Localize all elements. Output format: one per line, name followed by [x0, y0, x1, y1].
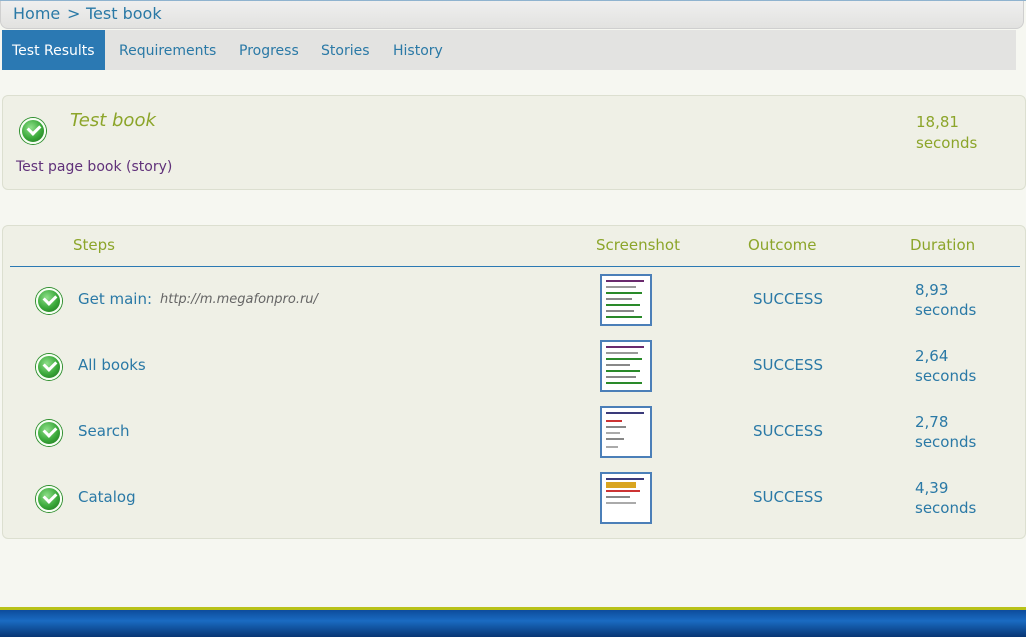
step-label: Get main: [78, 290, 153, 308]
breadcrumb-current: Test book [86, 4, 162, 23]
step-duration-unit: seconds [915, 367, 977, 385]
outcome-status: SUCCESS [753, 422, 823, 440]
outcome-status: SUCCESS [753, 488, 823, 506]
test-summary-panel: Test book Test page book (story) 18,81 s… [2, 95, 1026, 190]
success-check-icon [20, 118, 46, 144]
tab-stories[interactable]: Stories [321, 30, 370, 70]
total-duration-unit: seconds [916, 134, 978, 152]
header-duration: Duration [910, 236, 976, 254]
step-label: All books [78, 356, 146, 374]
total-duration-value: 18,81 [916, 113, 959, 131]
header-outcome: Outcome [748, 236, 817, 254]
step-duration: 2,78 seconds [915, 412, 976, 452]
success-check-icon [36, 354, 62, 380]
footer-bar [0, 607, 1026, 637]
tab-history[interactable]: History [393, 30, 443, 70]
success-check-icon [36, 288, 62, 314]
total-duration: 18,81 seconds [916, 112, 977, 154]
story-link[interactable]: Test page book (story) [16, 159, 172, 175]
table-row: Catalog SUCCESS 4,39 seconds [3, 472, 1025, 536]
success-check-icon [36, 486, 62, 512]
outcome-status: SUCCESS [753, 356, 823, 374]
breadcrumb-separator: > [67, 4, 81, 23]
outcome-status: SUCCESS [753, 290, 823, 308]
screenshot-thumbnail[interactable] [600, 406, 652, 458]
step-label: Search [78, 422, 130, 440]
header-divider [10, 266, 1020, 267]
tab-bar: Test Results Requirements Progress Stori… [2, 30, 1016, 70]
success-check-icon [36, 420, 62, 446]
step-duration: 8,93 seconds [915, 280, 976, 320]
header-steps: Steps [73, 236, 115, 254]
tab-progress[interactable]: Progress [239, 30, 299, 70]
table-row: Get main: http://m.megafonpro.ru/ SUCCES… [3, 274, 1025, 338]
screenshot-thumbnail[interactable] [600, 472, 652, 524]
step-duration: 2,64 seconds [915, 346, 976, 386]
step-duration: 4,39 seconds [915, 478, 976, 518]
step-duration-value: 4,39 [915, 479, 949, 497]
step-duration-unit: seconds [915, 433, 977, 451]
table-row: Search SUCCESS 2,78 seconds [3, 406, 1025, 470]
step-duration-value: 8,93 [915, 281, 949, 299]
step-label: Catalog [78, 488, 136, 506]
screenshot-thumbnail[interactable] [600, 340, 652, 392]
step-duration-value: 2,78 [915, 413, 949, 431]
step-duration-unit: seconds [915, 301, 977, 319]
tab-requirements[interactable]: Requirements [119, 30, 216, 70]
table-row: All books SUCCESS 2,64 seconds [3, 340, 1025, 404]
test-title: Test book [70, 110, 156, 131]
breadcrumb: Home > Test book [0, 1, 1024, 29]
steps-table: Steps Screenshot Outcome Duration Get ma… [2, 225, 1026, 539]
header-screenshot: Screenshot [596, 236, 680, 254]
screenshot-thumbnail[interactable] [600, 274, 652, 326]
breadcrumb-home-link[interactable]: Home [13, 4, 60, 23]
step-url: http://m.megafonpro.ru/ [160, 292, 318, 307]
step-duration-unit: seconds [915, 499, 977, 517]
tab-test-results[interactable]: Test Results [2, 30, 105, 70]
step-duration-value: 2,64 [915, 347, 949, 365]
